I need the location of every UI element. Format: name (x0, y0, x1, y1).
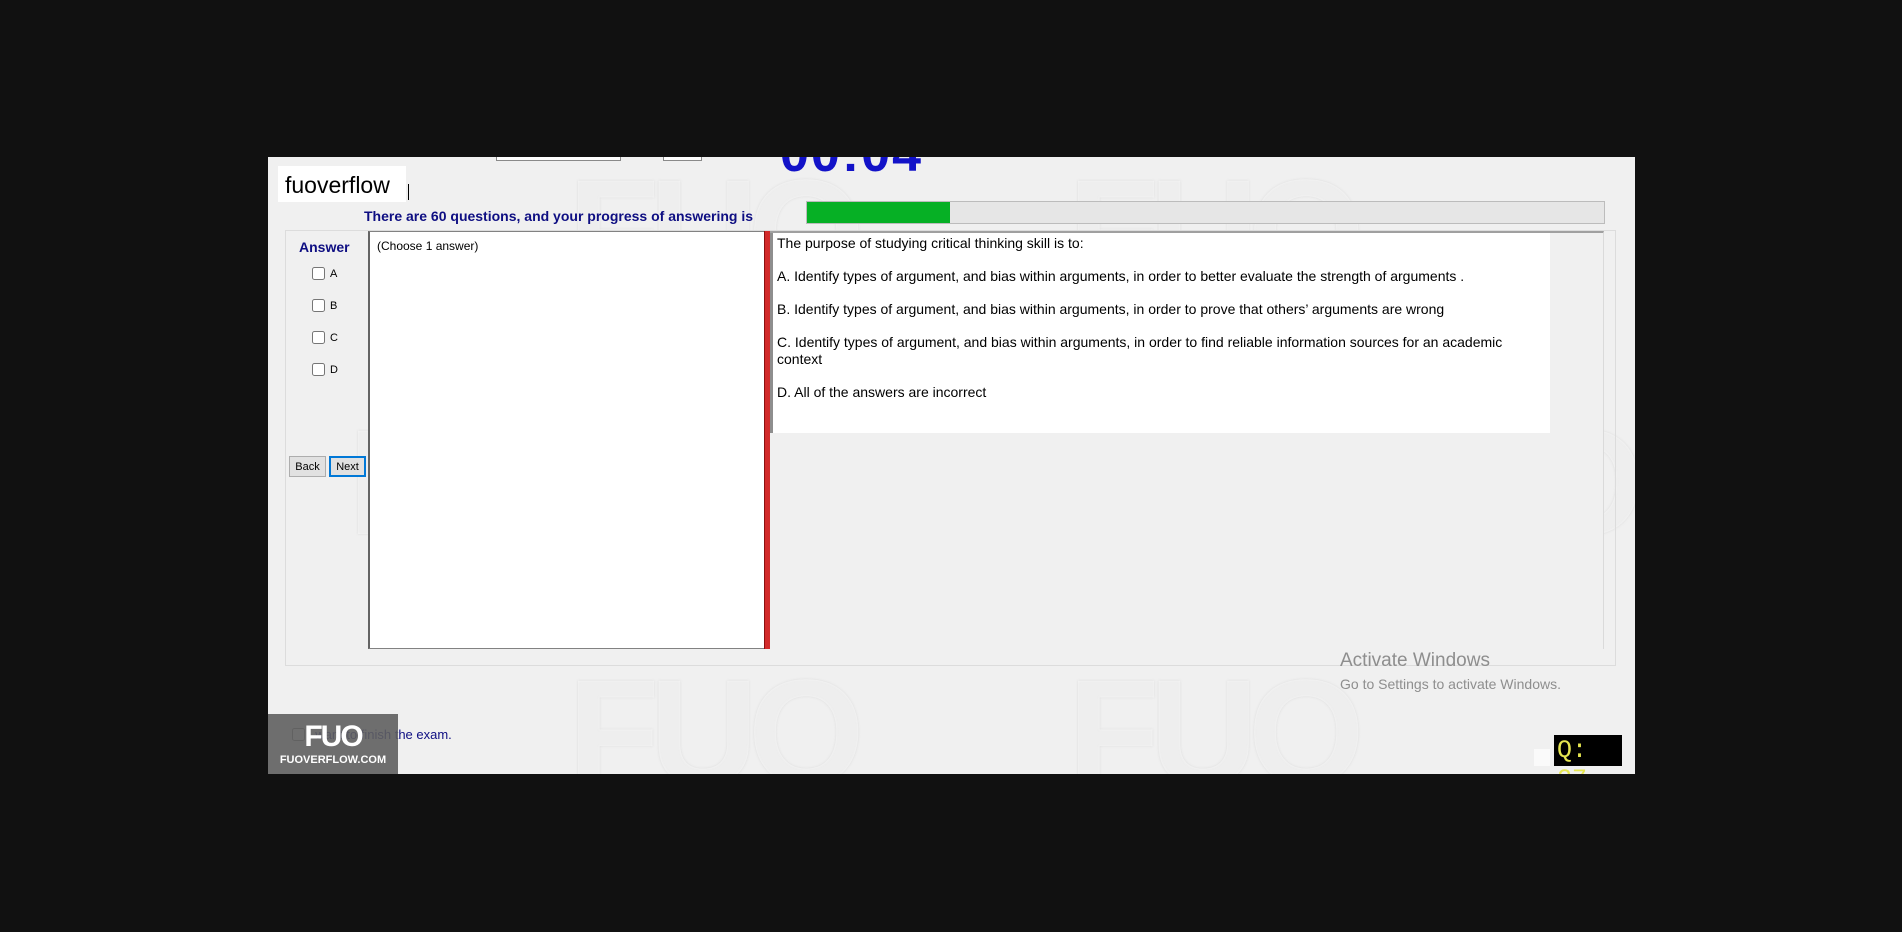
progress-bar (806, 201, 1605, 224)
watermark: FUO (568, 648, 865, 774)
option-a[interactable]: A (312, 267, 337, 280)
logo-url: FUOVERFLOW.COM (279, 754, 387, 766)
watermark-mark: FUO (1068, 648, 1365, 774)
choice-a-text: A. Identify types of argument, and bias … (777, 268, 1465, 284)
watermark-mark: FUO (568, 648, 865, 774)
option-b-label: B (330, 299, 338, 312)
question-container: The purpose of studying critical thinkin… (770, 231, 1604, 649)
next-button[interactable]: Next (329, 456, 366, 477)
top-combobox[interactable] (496, 157, 621, 161)
activate-subtitle: Go to Settings to activate Windows. (1340, 676, 1561, 692)
top-spinner[interactable] (663, 157, 702, 161)
question-stem: The purpose of studying critical thinkin… (777, 235, 1084, 251)
exam-window: 00:04 FUO FUOVERFLOW.COM FUO FUOVERFLOW.… (268, 157, 1635, 774)
option-a-label: A (330, 267, 338, 280)
option-c-checkbox[interactable] (312, 331, 325, 344)
option-c[interactable]: C (312, 331, 338, 344)
text-caret (408, 184, 409, 200)
choice-c-text: C. Identify types of argument, and bias … (777, 334, 1503, 367)
back-button[interactable]: Back (289, 456, 326, 477)
progress-label: There are 60 questions, and your progres… (364, 208, 753, 224)
small-panel (1534, 749, 1550, 766)
exam-timer: 00:04 (780, 157, 923, 180)
brand-label: fuoverflow (278, 166, 406, 202)
choice-d-text: D. All of the answers are incorrect (777, 384, 987, 400)
option-b-checkbox[interactable] (312, 299, 325, 312)
fuo-logo: FUO FUOVERFLOW.COM (268, 714, 398, 774)
choice-b-text: B. Identify types of argument, and bias … (777, 301, 1445, 317)
choose-panel: (Choose 1 answer) (368, 231, 766, 649)
logo-mark: FUO (304, 720, 363, 753)
option-d-checkbox[interactable] (312, 363, 325, 376)
option-b[interactable]: B (312, 299, 337, 312)
option-d[interactable]: D (312, 363, 338, 376)
option-c-label: C (330, 331, 338, 344)
answer-title: Answer (299, 239, 350, 255)
option-d-label: D (330, 363, 338, 376)
question-panel: The purpose of studying critical thinkin… (770, 233, 1550, 433)
watermark: FUO (1068, 648, 1365, 774)
activate-windows-notice: Activate Windows Go to Settings to activ… (1340, 650, 1561, 692)
option-a-checkbox[interactable] (312, 267, 325, 280)
choose-hint: (Choose 1 answer) (377, 239, 479, 253)
activate-title: Activate Windows (1340, 650, 1490, 671)
progress-fill (807, 202, 951, 223)
question-number: Q: 27 (1554, 735, 1622, 774)
